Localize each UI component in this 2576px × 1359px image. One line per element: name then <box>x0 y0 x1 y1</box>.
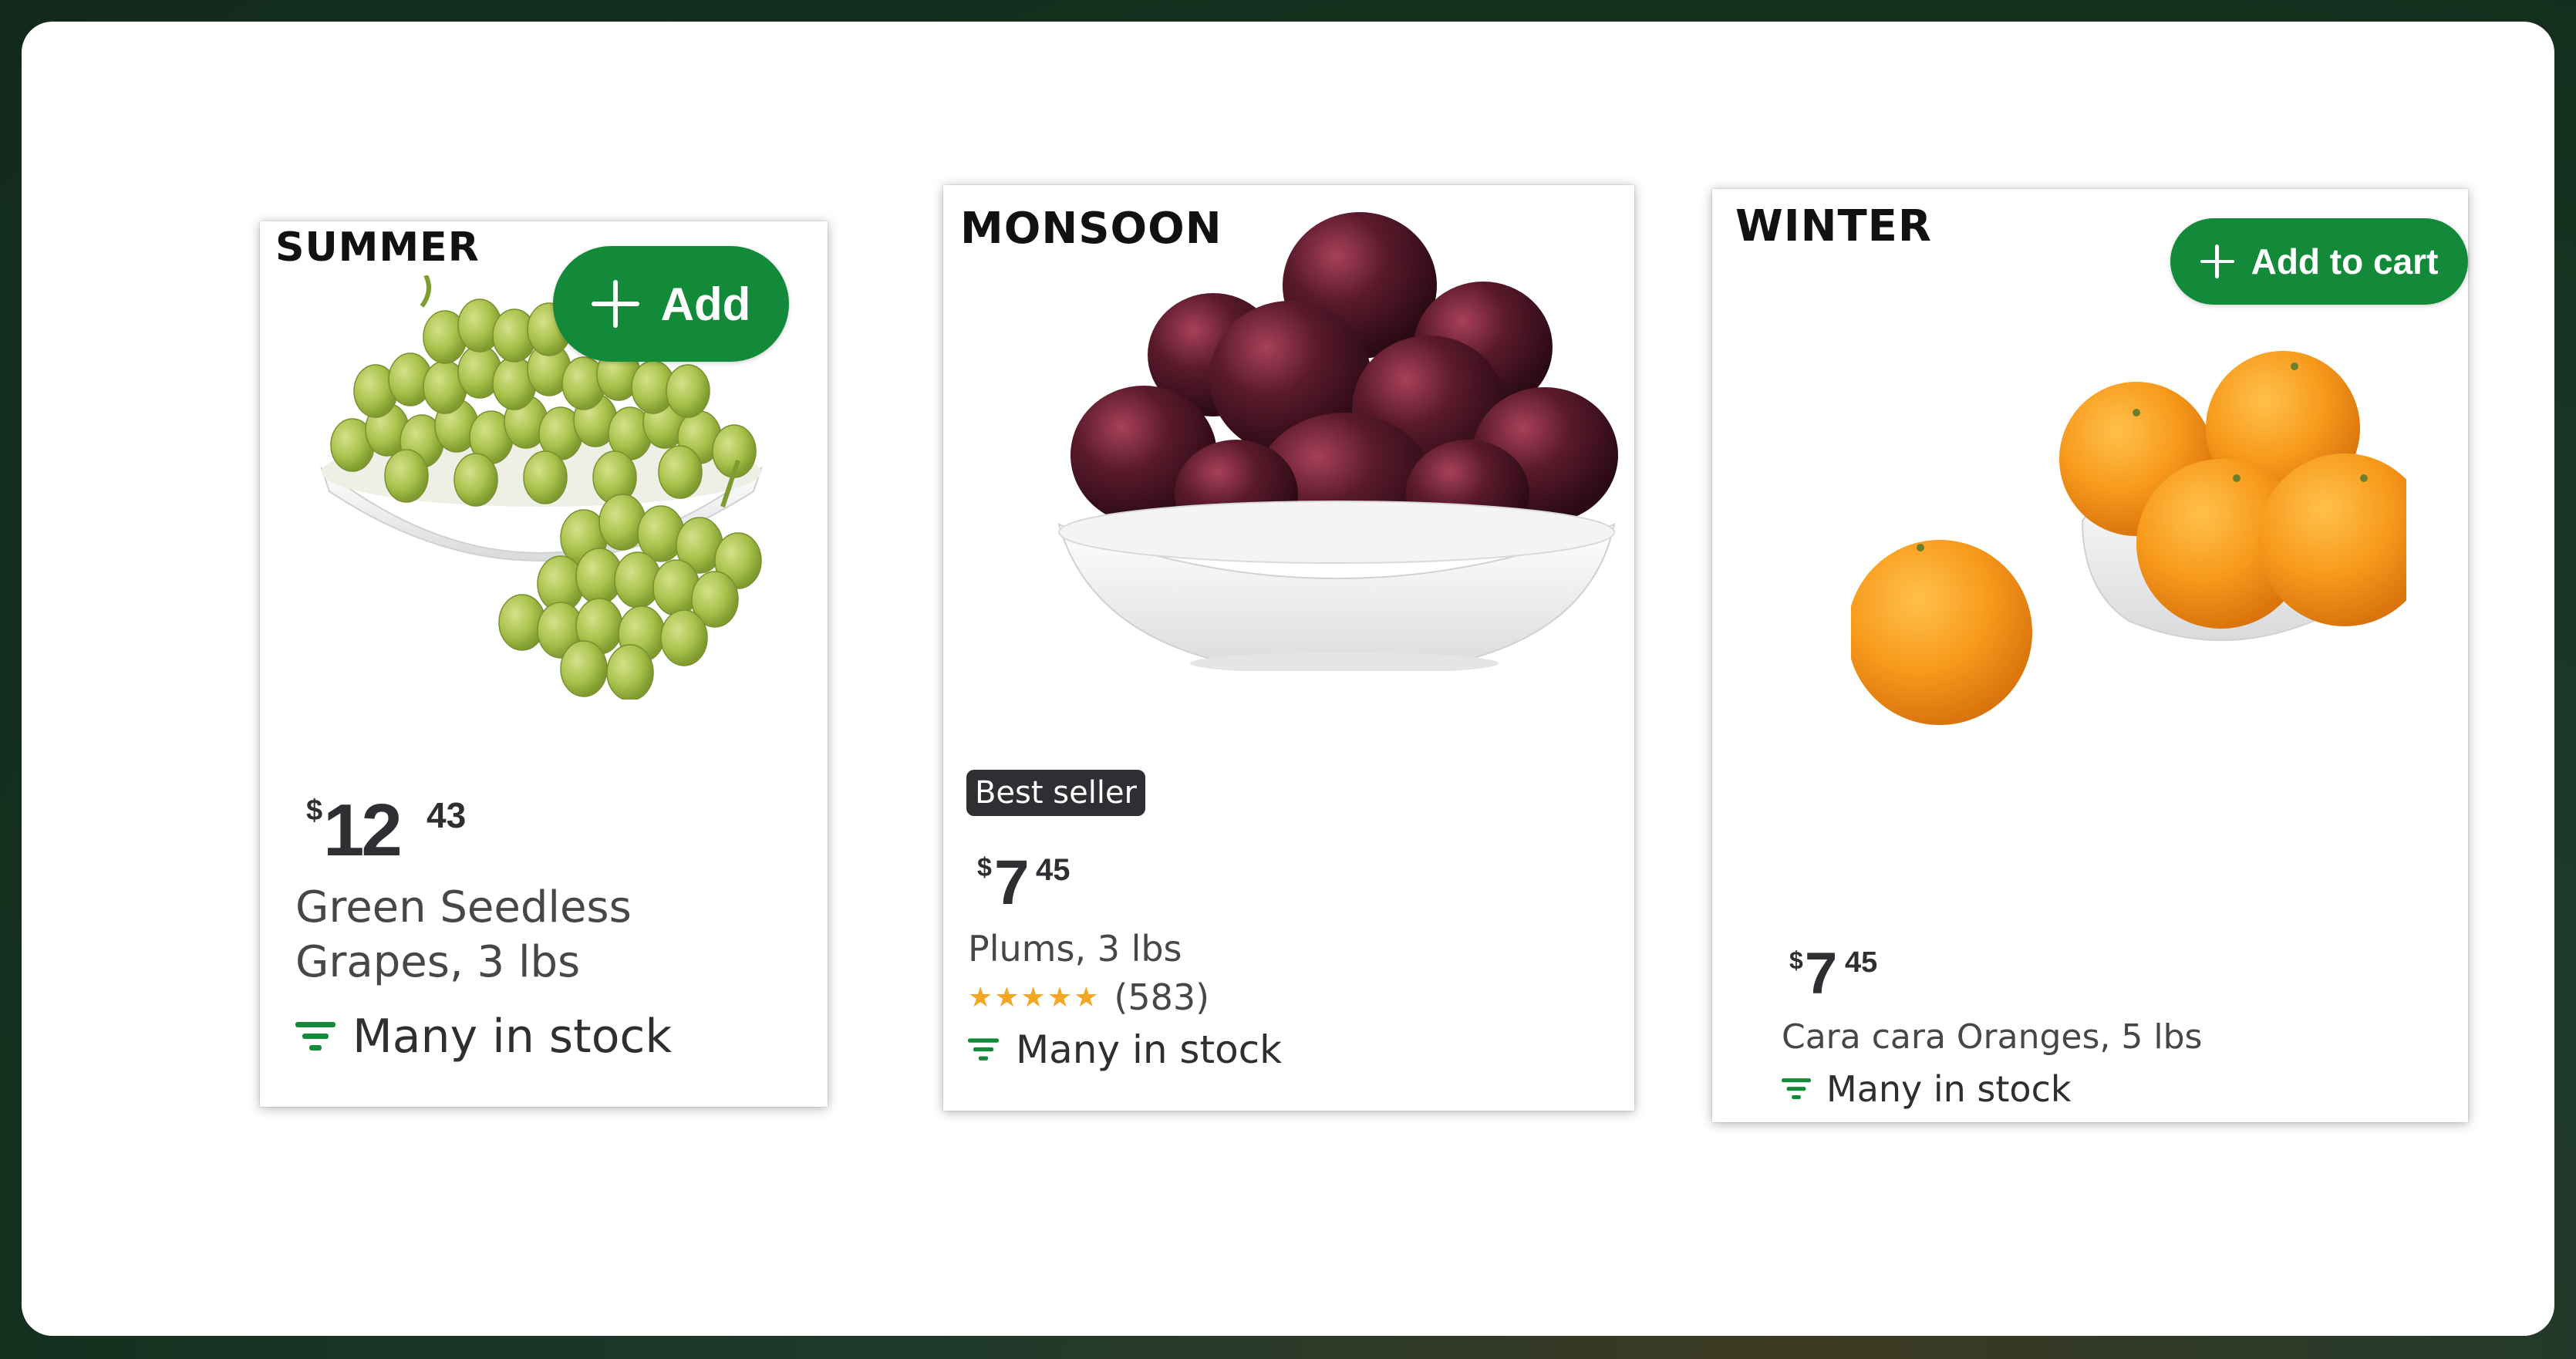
price-cents: 43 <box>427 795 467 835</box>
price-dollars: 7 <box>1805 941 1837 1007</box>
stock-level-icon <box>968 1038 999 1061</box>
price-dollars: 7 <box>994 848 1030 918</box>
review-count: (583) <box>1114 976 1210 1018</box>
price-dollars: 12 <box>323 789 403 872</box>
season-label: WINTER <box>1735 201 1933 251</box>
price: $ 7 45 <box>977 848 1131 919</box>
season-label: SUMMER <box>275 224 480 271</box>
price-currency: $ <box>977 853 992 882</box>
add-to-cart-button[interactable]: Add to cart <box>2170 218 2468 305</box>
rating[interactable]: ★★★★★ (583) <box>968 976 1209 1018</box>
content-panel: SUMMER Add $ 12 43 Green Seedless Grapes… <box>22 22 2554 1336</box>
product-card-oranges[interactable]: WINTER Add to cart $ 7 45 Cara cara Oran… <box>1712 189 2468 1122</box>
stock-label: Many in stock <box>1016 1027 1283 1072</box>
star-rating-icons: ★★★★★ <box>968 981 1101 1013</box>
price: $ 7 45 <box>1789 941 1944 1007</box>
price: $ 12 43 <box>306 788 507 873</box>
stock-status: Many in stock <box>1782 1068 2072 1110</box>
plums-image <box>1057 212 1618 671</box>
oranges-image <box>1851 351 2406 725</box>
season-label: MONSOON <box>960 204 1222 254</box>
product-card-plums[interactable]: MONSOON Best seller $ 7 45 Plums, 3 lbs … <box>943 185 1634 1111</box>
stock-level-icon <box>295 1022 335 1050</box>
price-cents: 45 <box>1036 853 1071 887</box>
add-button-label: Add <box>660 278 751 330</box>
add-to-cart-label: Add to cart <box>2251 241 2439 282</box>
stock-status: Many in stock <box>968 1027 1282 1072</box>
plus-icon <box>591 280 639 328</box>
plus-icon <box>2200 244 2234 278</box>
price-currency: $ <box>306 794 323 827</box>
price-cents: 45 <box>1845 946 1878 979</box>
add-button[interactable]: Add <box>553 246 789 362</box>
stock-status: Many in stock <box>295 1010 672 1064</box>
best-seller-badge: Best seller <box>966 770 1145 816</box>
stock-label: Many in stock <box>1826 1068 2072 1110</box>
stock-level-icon <box>1782 1078 1811 1100</box>
product-name: Plums, 3 lbs <box>968 928 1182 970</box>
price-currency: $ <box>1789 946 1803 974</box>
stock-label: Many in stock <box>352 1010 673 1064</box>
product-name: Cara cara Oranges, 5 lbs <box>1782 1017 2203 1057</box>
product-name: Green Seedless Grapes, 3 lbs <box>295 882 632 987</box>
product-card-grapes[interactable]: SUMMER Add $ 12 43 Green Seedless Grapes… <box>260 221 828 1107</box>
